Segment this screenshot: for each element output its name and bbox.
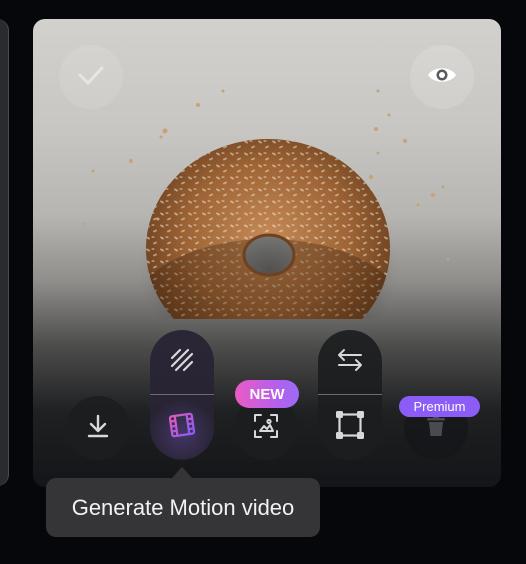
generate-motion-video-button[interactable] — [150, 395, 214, 459]
texture-button[interactable] — [150, 330, 214, 394]
resize-button[interactable] — [318, 395, 382, 459]
eye-icon — [426, 64, 458, 91]
download-button[interactable] — [66, 396, 130, 460]
previous-card-edge[interactable] — [0, 19, 9, 486]
film-icon — [168, 412, 196, 443]
preview-button[interactable] — [410, 45, 474, 109]
select-check-button[interactable] — [59, 45, 123, 109]
swap-icon — [336, 348, 364, 377]
tooltip: Generate Motion video — [46, 478, 320, 537]
new-badge: NEW — [235, 380, 299, 408]
tooltip-text: Generate Motion video — [71, 494, 295, 520]
motion-tool-group[interactable] — [150, 330, 214, 460]
premium-badge: Premium — [399, 396, 480, 417]
trash-icon — [426, 415, 446, 442]
transform-tool-group[interactable] — [318, 330, 382, 460]
tooltip-arrow — [172, 467, 192, 478]
image-scan-icon — [253, 413, 279, 444]
swap-button[interactable] — [318, 330, 382, 394]
check-icon — [77, 64, 105, 91]
texture-icon — [169, 347, 195, 378]
resize-icon — [335, 410, 365, 445]
download-icon — [87, 414, 109, 443]
